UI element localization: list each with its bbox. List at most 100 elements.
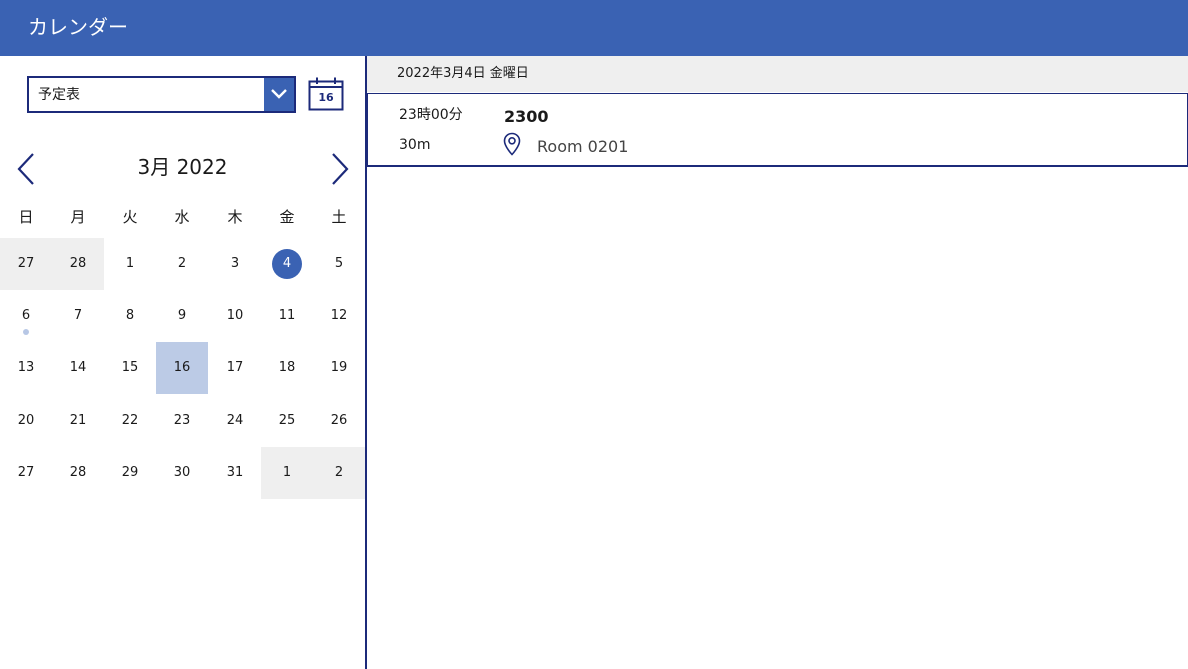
- day-cell[interactable]: 19: [313, 342, 365, 394]
- event-location: Room 0201: [537, 137, 629, 156]
- day-label: 24: [226, 412, 244, 428]
- weekday-label: 水: [174, 208, 190, 226]
- day-label: 28: [69, 464, 87, 480]
- map-pin-icon: [503, 132, 521, 156]
- day-cell[interactable]: 14: [52, 342, 104, 394]
- day-cell[interactable]: 12: [313, 290, 365, 342]
- day-cell[interactable]: 30: [156, 447, 208, 499]
- day-label: 23: [173, 412, 191, 428]
- day-cell[interactable]: 21: [52, 395, 104, 447]
- day-cell[interactable]: 31: [209, 447, 261, 499]
- calendar-select-dropdown[interactable]: 予定表: [27, 76, 296, 113]
- day-label: 15: [121, 360, 139, 376]
- today-button[interactable]: 16: [307, 76, 345, 112]
- day-cell[interactable]: 7: [52, 290, 104, 342]
- day-cell-selected[interactable]: 4: [261, 238, 313, 290]
- app-title: カレンダー: [28, 15, 128, 39]
- day-cell[interactable]: 10: [209, 290, 261, 342]
- day-label: 8: [125, 308, 135, 324]
- day-cell[interactable]: 13: [0, 342, 52, 394]
- weekday-label: 月: [70, 208, 86, 226]
- day-cell[interactable]: 11: [261, 290, 313, 342]
- day-cell[interactable]: 27: [0, 447, 52, 499]
- event-duration: 30m: [399, 137, 431, 153]
- day-cell[interactable]: 23: [156, 395, 208, 447]
- day-label: 27: [17, 256, 35, 271]
- day-cell-outside-month[interactable]: 27: [0, 238, 52, 290]
- day-cell[interactable]: 3: [209, 238, 261, 290]
- dropdown-toggle-button[interactable]: [264, 78, 294, 111]
- day-label: 10: [226, 308, 244, 324]
- day-label: 29: [121, 464, 139, 480]
- day-cell[interactable]: 2: [156, 238, 208, 290]
- day-cell[interactable]: 6: [0, 290, 52, 342]
- day-label: 14: [69, 360, 87, 376]
- day-cell[interactable]: 15: [104, 342, 156, 394]
- weekday-label: 火: [122, 208, 138, 226]
- day-cell-outside-month[interactable]: 1: [261, 446, 313, 499]
- day-label: 2: [334, 464, 344, 480]
- day-cell[interactable]: 25: [261, 395, 313, 447]
- event-start-time: 23時00分: [399, 107, 463, 123]
- day-cell-outside-month[interactable]: 28: [52, 238, 104, 290]
- agenda-date-heading: 2022年3月4日 金曜日: [397, 66, 529, 81]
- day-cell-outside-month[interactable]: 2: [313, 446, 365, 499]
- day-label: 3: [230, 256, 240, 271]
- day-label: 19: [330, 360, 348, 376]
- day-cell[interactable]: 29: [104, 447, 156, 499]
- day-label: 12: [330, 308, 348, 324]
- calendar-select-value: 予定表: [38, 87, 80, 103]
- day-label: 31: [226, 464, 244, 480]
- day-cell[interactable]: 18: [261, 342, 313, 394]
- day-cell[interactable]: 24: [209, 395, 261, 447]
- day-cell[interactable]: 22: [104, 395, 156, 447]
- day-cell[interactable]: 1: [104, 238, 156, 290]
- day-label: 16: [173, 360, 191, 376]
- day-cell[interactable]: 8: [104, 290, 156, 342]
- calendar-pane: 予定表 16 3月 2022 日月火水木金土 27 28 1 2 3 4 5 6 7 8 9 10 11…: [0, 56, 365, 669]
- chevron-right-icon: [332, 153, 349, 185]
- day-label: 26: [330, 412, 348, 428]
- day-cell[interactable]: 28: [52, 447, 104, 499]
- previous-month-button[interactable]: [14, 152, 40, 186]
- day-cell[interactable]: 26: [313, 395, 365, 447]
- day-label: 7: [73, 308, 83, 324]
- event-indicator-dot: [23, 329, 29, 336]
- day-label: 22: [121, 412, 139, 428]
- event-title: 2300: [504, 107, 549, 126]
- chevron-left-icon: [17, 153, 34, 185]
- day-label: 1: [125, 256, 135, 271]
- day-label: 30: [173, 464, 191, 480]
- day-cell[interactable]: 9: [156, 290, 208, 342]
- day-label: 20: [17, 412, 35, 428]
- day-label: 21: [69, 412, 87, 428]
- event-item[interactable]: 23時00分 30m 2300 Room 0201: [367, 93, 1188, 167]
- day-label: 9: [177, 308, 187, 324]
- weekday-label: 木: [227, 208, 243, 226]
- agenda-pane: 2022年3月4日 金曜日 23時00分 30m 2300 Room 0201: [367, 56, 1188, 669]
- day-label: 6: [21, 308, 31, 324]
- day-label: 1: [282, 464, 292, 480]
- day-label: 17: [226, 360, 244, 376]
- next-month-button[interactable]: [326, 152, 352, 186]
- chevron-down-icon: [271, 89, 287, 99]
- day-cell[interactable]: 5: [313, 238, 365, 290]
- app-header: カレンダー: [0, 0, 1188, 56]
- month-title: 3月 2022: [137, 155, 228, 179]
- weekday-label: 金: [279, 208, 295, 226]
- today-number: 16: [318, 91, 334, 104]
- day-label: 18: [278, 360, 296, 376]
- weekday-header: 日月火水木金土: [0, 206, 365, 230]
- day-label: 13: [17, 360, 35, 376]
- day-label: 11: [278, 308, 296, 324]
- day-label: 25: [278, 412, 296, 428]
- selected-day-label: 4: [272, 249, 302, 279]
- weekday-label: 土: [331, 208, 347, 226]
- agenda-date-bar: 2022年3月4日 金曜日: [367, 56, 1188, 92]
- day-cell[interactable]: 17: [209, 342, 261, 394]
- day-label: 5: [334, 256, 344, 271]
- day-cell[interactable]: 20: [0, 395, 52, 447]
- day-cell-today[interactable]: 16: [156, 342, 208, 395]
- month-grid: 27 28 1 2 3 4 5 6 7 8 9 10 11 12 13 14 15 16 17 18 19 20 21 22 2…: [0, 238, 365, 499]
- day-label: 28: [69, 256, 87, 271]
